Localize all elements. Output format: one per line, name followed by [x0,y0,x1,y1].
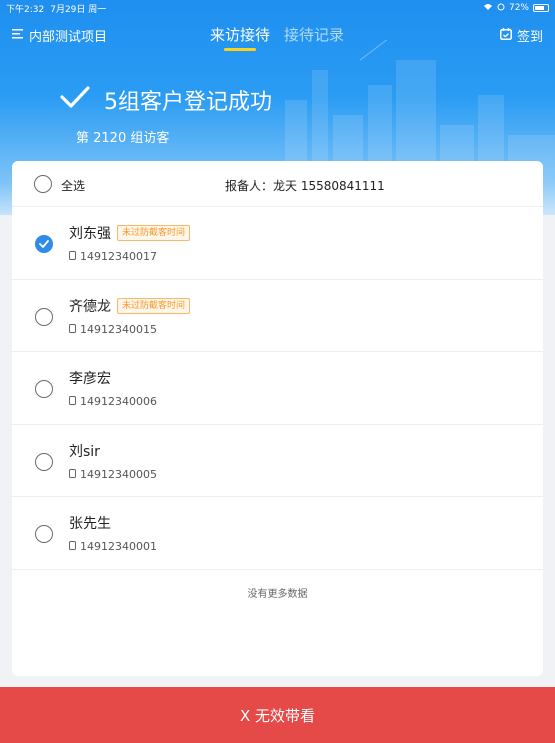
tab-bar: 来访接待 接待记录 [210,24,344,51]
customer-phone: 14912340017 [69,250,157,263]
reporter-info: 报备人：龙天 15580841111 [225,179,385,193]
project-name: 内部测试项目 [29,30,108,45]
list-item[interactable]: 李彦宏 14912340006 [12,352,543,425]
customer-name-text: 齐德龙 [69,298,111,315]
no-more-data-text: 没有更多数据 [247,589,308,600]
lock-rotation-icon [497,3,505,14]
customer-name-text: 刘sir [69,443,100,460]
phone-number: 14912340006 [80,395,157,408]
phone-icon [69,540,76,553]
customer-name: 张先生 [69,513,111,533]
checkin-label: 签到 [516,30,543,45]
list-item[interactable]: 刘东强 未过防截客时间 14912340017 [12,207,543,280]
customer-list-card: 全选 报备人：龙天 15580841111 刘东强 未过防截客时间 149123… [12,161,543,676]
status-badge: 未过防截客时间 [117,297,191,314]
list-item[interactable]: 张先生 14912340001 [12,497,543,570]
phone-icon [69,250,76,263]
customer-name-text: 刘东强 [69,226,111,242]
battery-icon [533,4,549,12]
phone-number: 14912340015 [80,322,157,336]
row-checkbox[interactable] [35,380,53,398]
customer-name-text: 张先生 [69,516,111,532]
customer-name: 齐德龙 未过防截客时间 [69,296,191,316]
customer-phone: 14912340005 [69,468,157,481]
tab-reception-records[interactable]: 接待记录 [284,24,344,51]
battery-percent: 72% [508,3,529,13]
list-header: 全选 报备人：龙天 15580841111 [12,161,543,207]
invalid-viewing-button[interactable]: X 无效带看 [0,687,555,743]
phone-number: 14912340005 [80,467,157,481]
row-checkbox[interactable] [35,307,53,326]
customer-name: 刘sir [69,441,100,461]
success-message: 5组客户登记成功 [60,84,272,116]
wifi-icon [483,3,493,14]
customer-name: 刘东强 未过防截客时间 [69,223,191,243]
checkmark-icon [60,85,90,115]
project-menu-button[interactable]: 内部测试项目 [12,26,107,45]
success-title: 5组客户登记成功 [104,90,272,115]
status-badge: 未过防截客时间 [117,225,191,241]
customer-phone: 14912340015 [69,323,157,336]
customer-name-text: 李彦宏 [69,371,111,387]
select-all-label[interactable]: 全选 [61,177,85,194]
list-item[interactable]: 齐德龙 未过防截客时间 14912340015 [12,280,543,352]
visitor-group-number: 第 2120 组访客 [76,131,170,146]
row-checkbox[interactable] [35,452,53,471]
navbar: 内部测试项目 来访接待 接待记录 签到 [0,22,555,51]
status-time: 下午2:32 [6,4,45,15]
row-checkbox-checked[interactable] [35,235,53,253]
calendar-check-icon [499,27,512,44]
phone-number: 14912340001 [80,540,157,553]
customer-phone: 14912340001 [69,540,157,553]
phone-icon [69,323,76,336]
menu-icon [12,28,23,43]
customer-name: 李彦宏 [69,368,111,388]
list-item[interactable]: 刘sir 14912340005 [12,425,543,497]
status-date: 7月29日 周一 [50,4,107,15]
select-all-radio[interactable] [34,175,52,193]
customer-phone: 14912340006 [69,395,157,408]
tab-visit-reception[interactable]: 来访接待 [210,24,270,51]
row-checkbox[interactable] [35,525,53,543]
phone-icon [69,468,76,481]
status-bar: 下午2:32 7月29日 周一 72% [0,0,555,16]
checkin-button[interactable]: 签到 [499,26,543,45]
phone-number: 14912340017 [80,250,157,263]
phone-icon [69,395,76,408]
